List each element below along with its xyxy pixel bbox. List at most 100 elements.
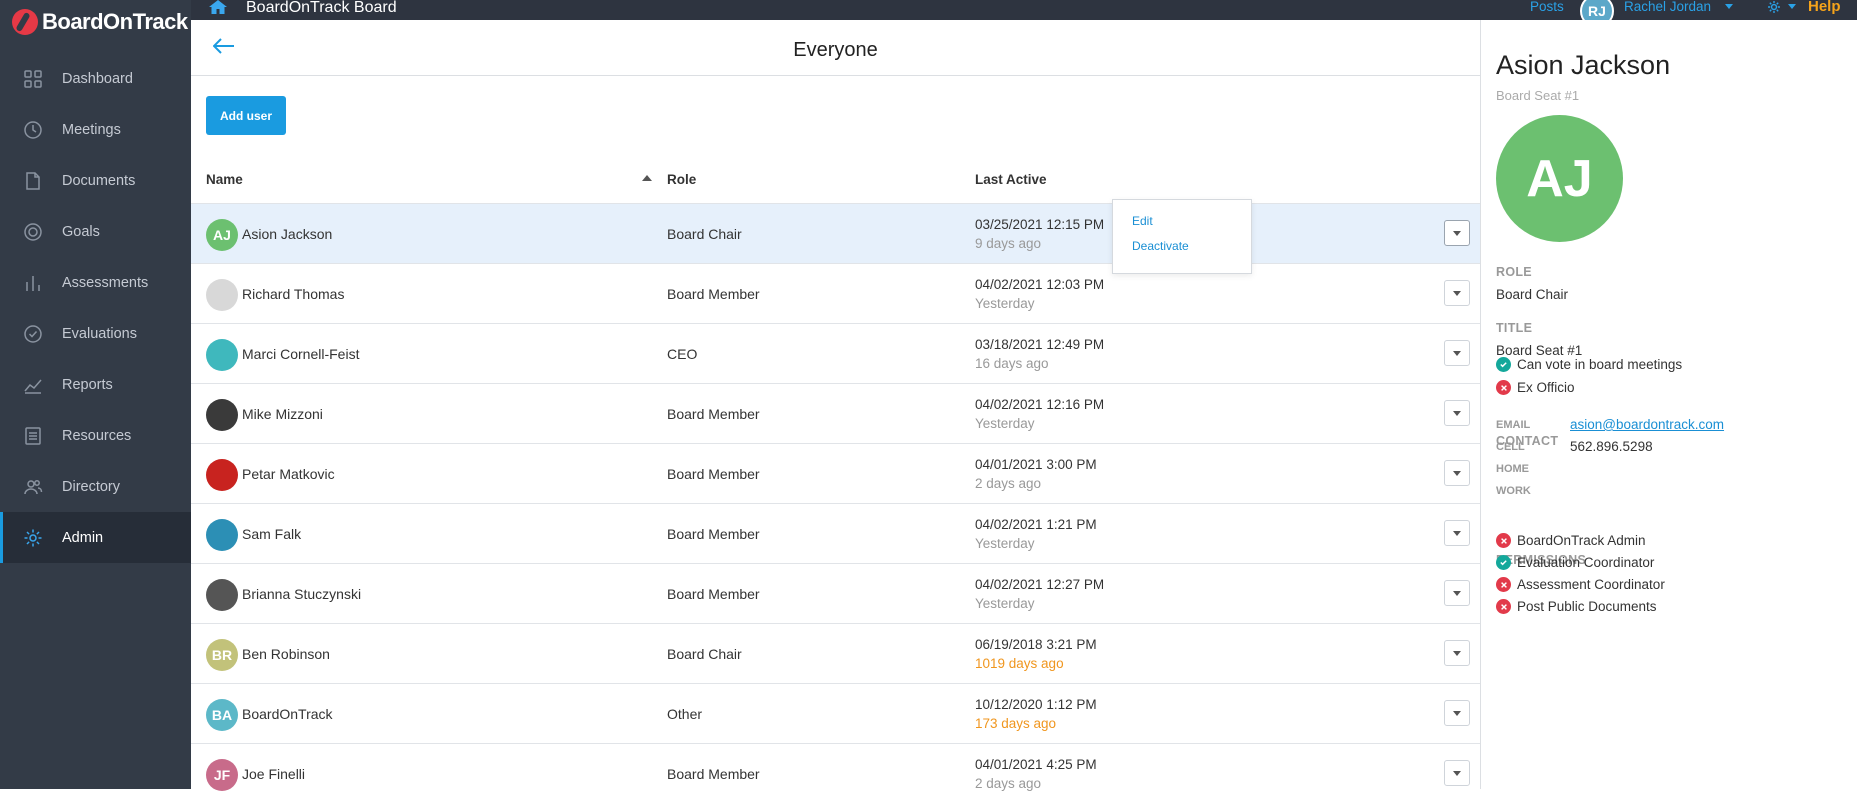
- row-menu-button[interactable]: [1444, 400, 1470, 426]
- user-role: Board Member: [667, 526, 760, 542]
- email-link[interactable]: asion@boardontrack.com: [1570, 417, 1724, 432]
- table-row[interactable]: Petar Matkovic Board Member 04/01/2021 3:0…: [191, 443, 1480, 503]
- sort-ascending-icon[interactable]: [642, 175, 652, 181]
- last-active-ago: 1019 days ago: [975, 656, 1064, 671]
- permission-label: Assessment Coordinator: [1517, 577, 1665, 592]
- user-name[interactable]: Petar Matkovic: [242, 466, 335, 482]
- table-row[interactable]: Sam Falk Board Member 04/02/2021 1:21 PM Ye…: [191, 503, 1480, 563]
- title-value: Board Seat #1: [1496, 343, 1583, 358]
- logo-icon: [12, 9, 38, 35]
- flag-item: Ex Officio: [1496, 380, 1575, 395]
- row-menu-button[interactable]: [1444, 220, 1470, 246]
- contact-key: EMAIL: [1496, 419, 1531, 431]
- sidebar-item-dashboard[interactable]: Dashboard: [0, 53, 191, 104]
- sidebar-item-reports[interactable]: Reports: [0, 359, 191, 410]
- contact-key: CELL: [1496, 441, 1525, 453]
- sidebar-item-label: Directory: [62, 478, 121, 495]
- user-name[interactable]: BoardOnTrack: [242, 706, 333, 722]
- user-name[interactable]: Mike Mizzoni: [242, 406, 323, 422]
- chevron-down-icon[interactable]: [1725, 4, 1733, 9]
- sidebar-item-resources[interactable]: Resources: [0, 410, 191, 461]
- posts-link[interactable]: Posts: [1530, 0, 1564, 14]
- sidebar-item-directory[interactable]: Directory: [0, 461, 191, 512]
- permission-item: Evaluation Coordinator: [1496, 555, 1654, 570]
- column-header-role[interactable]: Role: [667, 172, 696, 187]
- clock-icon: [22, 119, 44, 141]
- user-name[interactable]: Asion Jackson: [242, 226, 332, 242]
- user-detail-panel: Asion Jackson Board Seat #1 AJ ROLE Boar…: [1480, 20, 1857, 789]
- avatar: JF: [206, 759, 238, 791]
- app-title: BoardOnTrack Board: [246, 0, 397, 16]
- detail-avatar: AJ: [1496, 115, 1623, 242]
- role-label: ROLE: [1496, 265, 1532, 279]
- brand-logo[interactable]: BoardOnTrack: [12, 8, 188, 36]
- avatar: BR: [206, 639, 238, 671]
- table-row[interactable]: Brianna Stuczynski Board Member 04/02/2021…: [191, 563, 1480, 623]
- last-active-date: 04/02/2021 12:03 PM: [975, 277, 1105, 292]
- target-icon: [22, 221, 44, 243]
- check-icon: [1496, 357, 1511, 372]
- edit-menu-item[interactable]: Edit: [1132, 214, 1153, 228]
- table-row[interactable]: BR Ben Robinson Board Chair 06/19/2018 3:21…: [191, 623, 1480, 683]
- sidebar-item-assessments[interactable]: Assessments: [0, 257, 191, 308]
- row-menu-button[interactable]: [1444, 580, 1470, 606]
- table-row[interactable]: AJ Asion Jackson Board Chair 03/25/2021 12:…: [191, 203, 1480, 263]
- row-menu-button[interactable]: [1444, 520, 1470, 546]
- last-active-ago: 16 days ago: [975, 356, 1049, 371]
- row-menu-button[interactable]: [1444, 340, 1470, 366]
- table-row[interactable]: Marci Cornell-Feist CEO 03/18/2021 12:49 P…: [191, 323, 1480, 383]
- sidebar-item-goals[interactable]: Goals: [0, 206, 191, 257]
- add-user-button[interactable]: Add user: [206, 96, 286, 135]
- row-menu-button[interactable]: [1444, 700, 1470, 726]
- sidebar-item-label: Evaluations: [62, 325, 137, 342]
- last-active-ago: Yesterday: [975, 536, 1035, 551]
- deactivate-menu-item[interactable]: Deactivate: [1132, 239, 1189, 253]
- chevron-down-icon: [1453, 290, 1461, 296]
- home-icon[interactable]: [209, 0, 227, 16]
- user-menu[interactable]: Rachel Jordan: [1624, 0, 1711, 14]
- sidebar-item-label: Reports: [62, 376, 113, 393]
- table-row[interactable]: Richard Thomas Board Member 04/02/2021 12:…: [191, 263, 1480, 323]
- column-header-name[interactable]: Name: [206, 172, 243, 187]
- user-name[interactable]: Joe Finelli: [242, 766, 305, 782]
- row-menu-button[interactable]: [1444, 280, 1470, 306]
- user-name[interactable]: Marci Cornell-Feist: [242, 346, 359, 362]
- last-active-date: 04/02/2021 1:21 PM: [975, 517, 1097, 532]
- avatar: [206, 579, 238, 611]
- row-menu-button[interactable]: [1444, 760, 1470, 786]
- chevron-down-icon[interactable]: [1788, 4, 1796, 9]
- bar-chart-icon: [22, 272, 44, 294]
- avatar: [206, 399, 238, 431]
- permission-item: Post Public Documents: [1496, 599, 1657, 614]
- page-header: Everyone: [191, 20, 1480, 76]
- table-row[interactable]: JF Joe Finelli Board Member 04/01/2021 4:25…: [191, 743, 1480, 803]
- help-link[interactable]: Help: [1808, 0, 1841, 14]
- sidebar-item-admin[interactable]: Admin: [0, 512, 191, 563]
- page-title: Everyone: [793, 39, 878, 61]
- avatar: BA: [206, 699, 238, 731]
- contact-key: HOME: [1496, 463, 1529, 475]
- user-name[interactable]: Richard Thomas: [242, 286, 344, 302]
- settings-gear-icon[interactable]: [1766, 0, 1782, 19]
- user-name[interactable]: Brianna Stuczynski: [242, 586, 361, 602]
- user-name[interactable]: Ben Robinson: [242, 646, 330, 662]
- user-name[interactable]: Sam Falk: [242, 526, 301, 542]
- avatar: [206, 279, 238, 311]
- table-row[interactable]: BA BoardOnTrack Other 10/12/2020 1:12 PM 173…: [191, 683, 1480, 743]
- avatar: [206, 459, 238, 491]
- column-header-last-active[interactable]: Last Active: [975, 172, 1047, 187]
- chevron-down-icon: [1453, 230, 1461, 236]
- sidebar-item-evaluations[interactable]: Evaluations: [0, 308, 191, 359]
- sidebar-item-documents[interactable]: Documents: [0, 155, 191, 206]
- sidebar-item-label: Documents: [62, 172, 136, 189]
- flag-item: Can vote in board meetings: [1496, 357, 1682, 372]
- chevron-down-icon: [1453, 590, 1461, 596]
- chevron-down-icon: [1453, 350, 1461, 356]
- table-row[interactable]: Mike Mizzoni Board Member 04/02/2021 12:16…: [191, 383, 1480, 443]
- contact-key: WORK: [1496, 485, 1531, 497]
- people-icon: [22, 476, 44, 498]
- row-menu-button[interactable]: [1444, 640, 1470, 666]
- row-menu-button[interactable]: [1444, 460, 1470, 486]
- sidebar-item-meetings[interactable]: Meetings: [0, 104, 191, 155]
- title-label: TITLE: [1496, 321, 1533, 335]
